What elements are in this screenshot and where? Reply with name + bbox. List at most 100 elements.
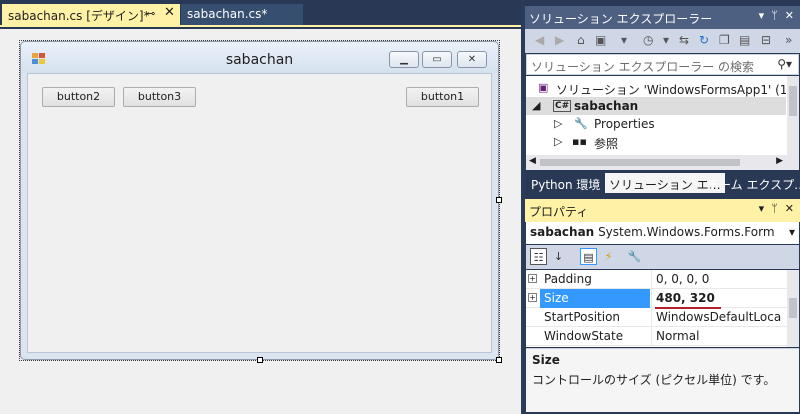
tree-horizontal-scrollbar[interactable]: ◀ ▶	[526, 155, 799, 170]
property-name: Padding	[544, 272, 592, 286]
solution-explorer-header: ソリューション エクスプローラー ▾ ᛘ ✕	[525, 6, 800, 29]
tab-team-explorer[interactable]: チーム エクスプ…	[703, 173, 800, 193]
property-row-size[interactable]: + Size 480, 320	[526, 289, 787, 308]
properties-icon[interactable]: ⊟	[761, 33, 771, 47]
tree-item-properties[interactable]: ▷ 🔧 Properties	[526, 115, 786, 133]
minimize-button[interactable]: ▁	[389, 51, 419, 68]
tree-item-label: ソリューション 'WindowsFormsApp1' (1 プロ	[556, 83, 786, 97]
chevron-down-icon[interactable]: ▾	[789, 225, 795, 239]
refresh-icon[interactable]: ↻	[699, 33, 709, 47]
maximize-icon: ▭	[432, 54, 442, 65]
property-row-padding[interactable]: + Padding 0, 0, 0, 0	[526, 270, 787, 289]
folder-view-icon[interactable]: ▣	[595, 33, 606, 47]
property-row-windowstate[interactable]: WindowState Normal	[526, 327, 787, 346]
pin-icon[interactable]: ⊸	[146, 7, 155, 20]
tab-designer[interactable]: sabachan.cs [デザイン]* ⊸ ✕	[2, 4, 180, 25]
sync-icon[interactable]: ⇆	[679, 33, 689, 47]
properties-title: プロパティ	[529, 205, 589, 219]
tab-designer-label: sabachan.cs [デザイン]*	[8, 9, 150, 23]
solution-tree: ▣ ソリューション 'WindowsFormsApp1' (1 プロ ◢ C# …	[526, 76, 799, 155]
events-icon[interactable]: ⚡	[600, 248, 617, 265]
properties-view-icon[interactable]: ▤	[580, 248, 597, 265]
maximize-button[interactable]: ▭	[422, 51, 452, 68]
expand-icon[interactable]: +	[528, 274, 537, 283]
tab-python-env[interactable]: Python 環境	[527, 173, 604, 193]
property-value[interactable]: 480, 320	[651, 289, 787, 308]
document-area: sabachan.cs [デザイン]* ⊸ ✕ sabachan.cs* sab…	[0, 0, 521, 414]
property-name: Size	[540, 289, 650, 308]
tree-item-label: Properties	[594, 117, 655, 131]
scroll-left-icon[interactable]: ◀	[529, 156, 536, 166]
tree-item-solution[interactable]: ▣ ソリューション 'WindowsFormsApp1' (1 プロ	[526, 79, 786, 97]
property-name: StartPosition	[544, 310, 621, 324]
property-name: WindowState	[544, 329, 624, 343]
button3[interactable]: button3	[123, 87, 196, 107]
expand-icon[interactable]: +	[528, 293, 537, 302]
resize-handle-corner[interactable]	[496, 357, 502, 363]
description-title: Size	[532, 353, 560, 367]
solution-explorer-toolbar: ◀ ▶ ⌂ ▣ ▾ ◷ ▾ ⇆ ↻ ❐ ▤ ⊟ »	[525, 29, 800, 53]
property-grid-scrollbar[interactable]	[787, 270, 799, 347]
property-pages-icon[interactable]: 🔧	[626, 248, 643, 265]
tree-item-project[interactable]: ◢ C# sabachan	[526, 97, 786, 115]
chevron-down-icon[interactable]: ▾	[621, 33, 627, 47]
description-text: コントロールのサイズ (ピクセル単位) です。	[532, 373, 776, 387]
panel-controls[interactable]: ▾ ᛘ ✕	[759, 9, 794, 22]
document-tab-strip: sabachan.cs [デザイン]* ⊸ ✕ sabachan.cs*	[0, 0, 521, 27]
solution-explorer-search[interactable]: ソリューション エクスプローラー の検索 (Ctrl+:) ⚲▾	[526, 54, 799, 89]
property-value[interactable]: Normal	[651, 327, 787, 346]
object-name: sabachan	[530, 225, 595, 239]
back-icon[interactable]: ◀	[535, 33, 544, 47]
properties-toolbar: ☷ ↓ ▤ ⚡ 🔧	[526, 245, 799, 269]
resize-handle-bottom[interactable]	[257, 357, 263, 363]
form-title-bar: sabachan ▁ ▭ ✕	[21, 42, 498, 73]
categorized-icon[interactable]: ☷	[530, 248, 547, 265]
show-all-files-icon[interactable]: ▤	[739, 33, 750, 47]
alphabetical-icon[interactable]: ↓	[550, 248, 567, 265]
button2[interactable]: button2	[42, 87, 115, 107]
designer-form[interactable]: sabachan ▁ ▭ ✕ button2 button3 button1	[20, 41, 499, 360]
tree-item-references[interactable]: ▷ ▪▪ 参照	[526, 133, 786, 151]
overflow-icon[interactable]: »	[785, 33, 792, 47]
property-row-startposition[interactable]: StartPosition WindowsDefaultLoca	[526, 308, 787, 327]
scrollbar-thumb[interactable]	[540, 159, 740, 166]
tab-code-label: sabachan.cs*	[187, 7, 268, 21]
property-description: Size コントロールのサイズ (ピクセル単位) です。	[526, 348, 799, 412]
collapse-all-icon[interactable]: ❐	[719, 33, 730, 47]
home-icon[interactable]: ⌂	[577, 33, 585, 47]
panel-controls[interactable]: ▾ ᛘ ✕	[759, 202, 794, 215]
solution-icon: ▣	[538, 81, 549, 94]
scrollbar-thumb[interactable]	[789, 86, 797, 116]
history-icon[interactable]: ◷	[643, 33, 653, 47]
references-icon: ▪▪	[572, 135, 587, 148]
chevron-down-icon[interactable]: ▾	[663, 33, 669, 47]
tool-window-tabs: Python 環境 ソリューション エ… チーム エクスプ…	[525, 171, 800, 194]
close-icon[interactable]: ✕	[164, 5, 175, 20]
object-type: System.Windows.Forms.Form	[598, 225, 775, 239]
tree-vertical-scrollbar[interactable]	[787, 76, 799, 155]
close-form-button[interactable]: ✕	[457, 51, 487, 68]
property-value[interactable]: WindowsDefaultLoca	[651, 308, 787, 327]
form-client-area: button2 button3 button1	[27, 73, 492, 353]
expanded-arrow-icon[interactable]: ◢	[532, 99, 540, 112]
tool-windows: ソリューション エクスプローラー ▾ ᛘ ✕ ◀ ▶ ⌂ ▣ ▾ ◷ ▾ ⇆ ↻…	[525, 0, 800, 414]
minimize-icon: ▁	[400, 54, 408, 65]
object-selector[interactable]: sabachan System.Windows.Forms.Form ▾	[526, 222, 799, 244]
tree-item-label: 参照	[594, 137, 619, 151]
collapsed-arrow-icon[interactable]: ▷	[554, 135, 562, 148]
scroll-right-icon[interactable]: ▶	[776, 156, 783, 166]
forward-icon[interactable]: ▶	[555, 33, 564, 47]
properties-header: プロパティ ▾ ᛘ ✕	[525, 199, 800, 222]
collapsed-arrow-icon[interactable]: ▷	[554, 117, 562, 130]
search-icon[interactable]: ⚲▾	[777, 57, 792, 71]
property-value[interactable]: 0, 0, 0, 0	[651, 270, 787, 289]
tab-code[interactable]: sabachan.cs*	[181, 4, 303, 25]
resize-handle-right[interactable]	[496, 197, 502, 203]
wrench-icon: 🔧	[574, 117, 588, 130]
solution-explorer-title: ソリューション エクスプローラー	[529, 12, 713, 26]
button1[interactable]: button1	[406, 87, 479, 107]
size-value-underline	[655, 307, 721, 309]
design-surface: sabachan ▁ ▭ ✕ button2 button3 button1	[0, 29, 521, 414]
csharp-project-icon: C#	[553, 100, 572, 112]
scrollbar-thumb[interactable]	[789, 298, 797, 318]
